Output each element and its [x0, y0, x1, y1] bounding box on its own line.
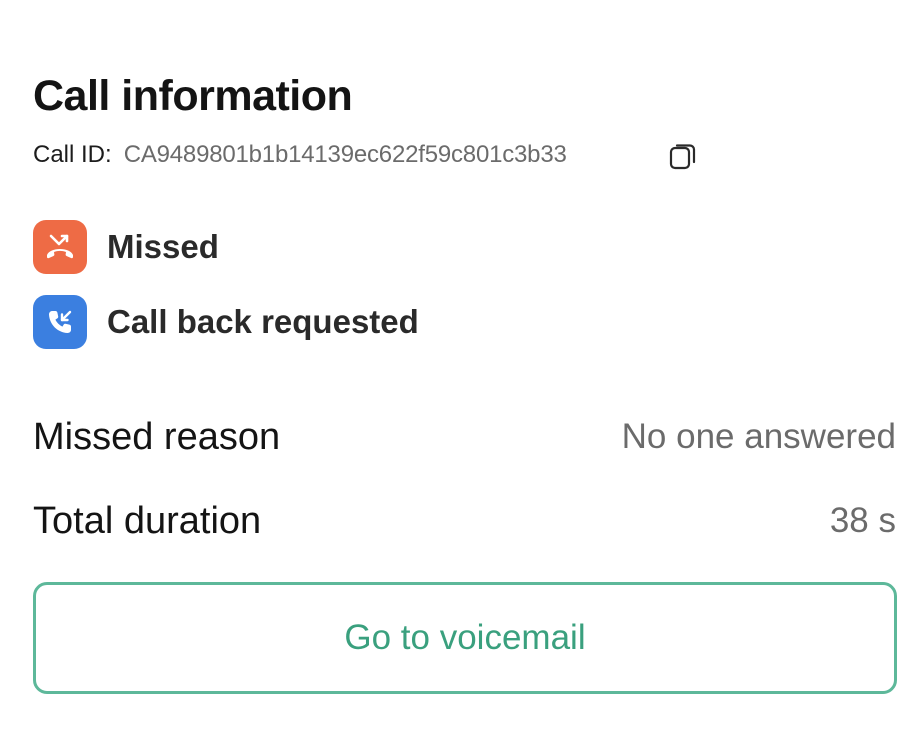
- detail-label: Total duration: [33, 499, 262, 542]
- detail-missed-reason: Missed reason No one answered: [33, 412, 896, 462]
- detail-value: 38 s: [829, 501, 896, 540]
- go-to-voicemail-label: Go to voicemail: [344, 618, 586, 657]
- missed-call-icon: [33, 220, 87, 274]
- page-title: Call information: [33, 72, 353, 120]
- call-id-value: CA9489801b1b14139ec622f59c801c3b33: [123, 141, 567, 168]
- callback-icon: [33, 295, 87, 349]
- go-to-voicemail-button[interactable]: Go to voicemail: [33, 582, 897, 694]
- status-missed: Missed: [33, 220, 219, 274]
- detail-total-duration: Total duration 38 s: [33, 496, 896, 546]
- call-id-label: Call ID:: [33, 141, 112, 168]
- detail-label: Missed reason: [33, 415, 281, 458]
- status-missed-label: Missed: [107, 228, 219, 265]
- status-callback: Call back requested: [33, 295, 419, 349]
- detail-value: No one answered: [621, 417, 896, 456]
- status-callback-label: Call back requested: [107, 303, 419, 340]
- copy-icon[interactable]: [666, 139, 700, 173]
- call-id-row: Call ID: CA9489801b1b14139ec622f59c801c3…: [33, 138, 567, 172]
